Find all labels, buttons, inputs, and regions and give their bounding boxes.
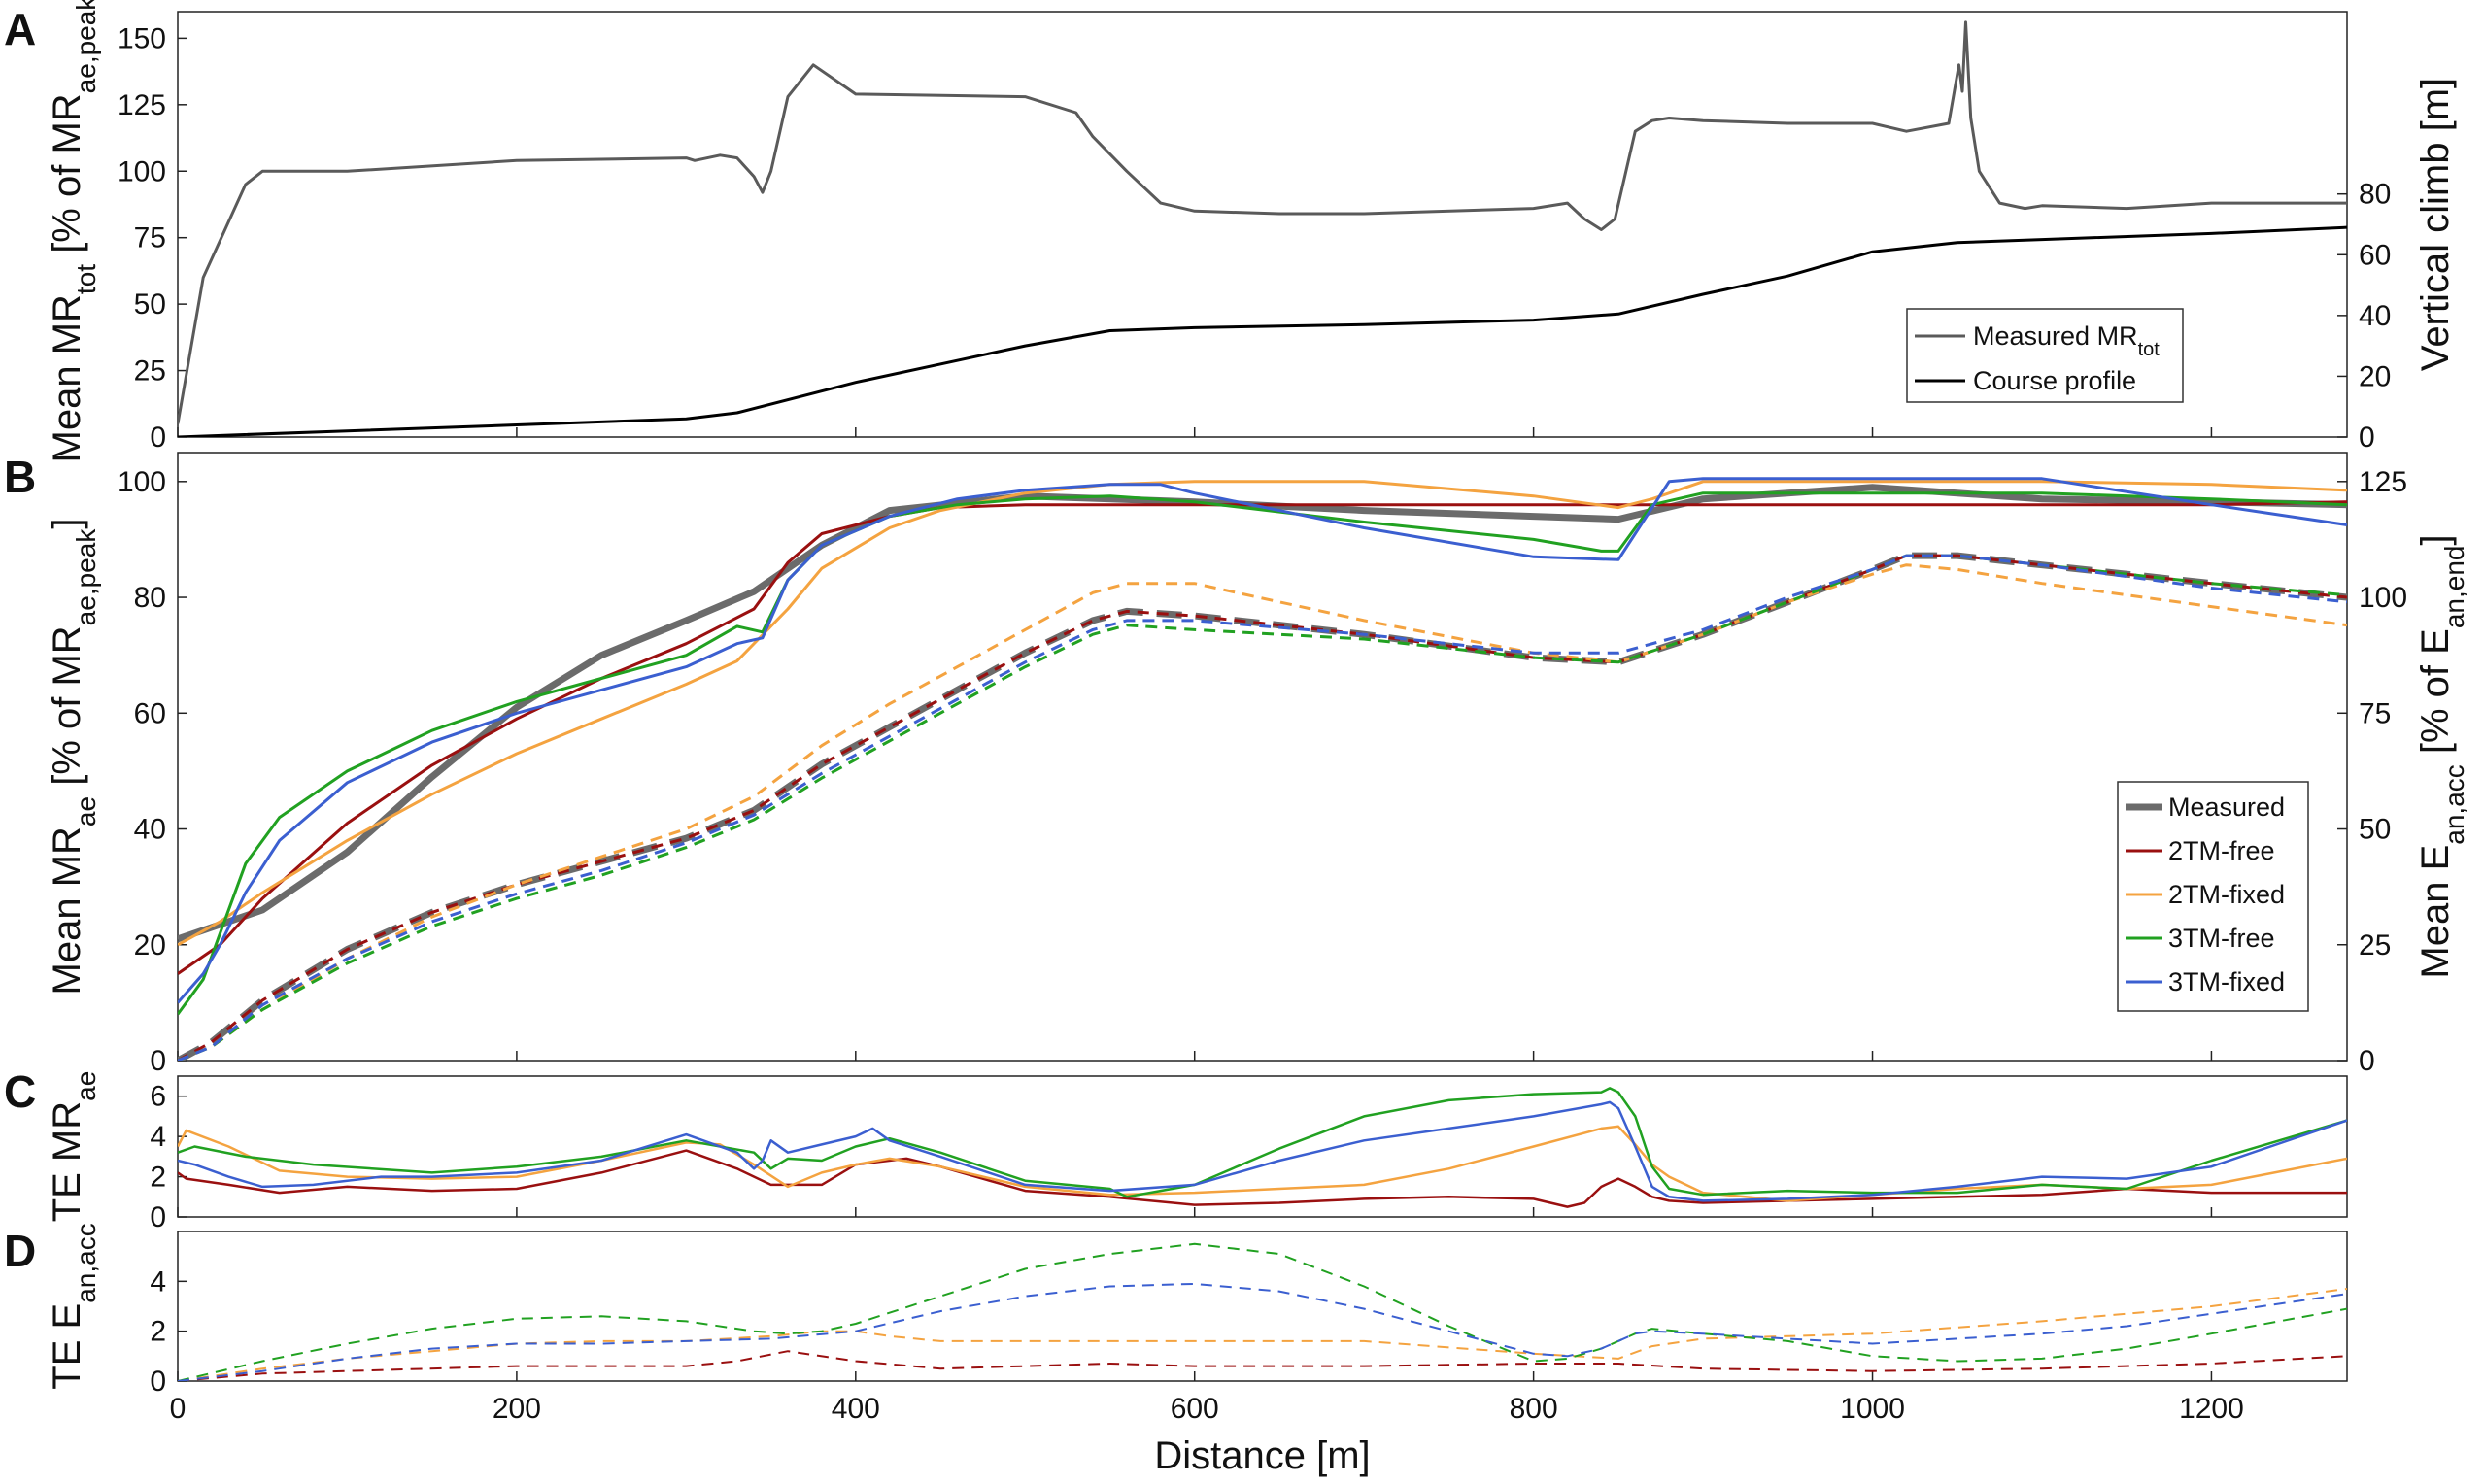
y-axis-label: TE Ean,acc (46, 1223, 101, 1389)
panel-letter: C (4, 1066, 36, 1117)
y-tick-label: 100 (118, 466, 166, 498)
series-line-2tm-free-dashed (178, 554, 2347, 1061)
series-line-3tm-free-dashed (178, 1242, 2347, 1381)
y2-axis-label: Mean Ean,acc [% of Ean,end] (2414, 534, 2469, 978)
legend-label: 3TM-fixed (2168, 967, 2285, 996)
panel-letter: A (4, 4, 36, 54)
legend: Measured MRtotCourse profile (1906, 308, 2184, 403)
y2-tick-label: 0 (2359, 1045, 2375, 1077)
y-tick-label: 20 (134, 929, 166, 961)
y-tick-label: 25 (134, 355, 166, 388)
panel-letter: D (4, 1226, 36, 1276)
legend: Measured 2TM-free 2TM-fixed 3TM-free 3TM-fix… (2117, 781, 2309, 1012)
series-line-measured (178, 484, 2347, 943)
y2-tick-label: 100 (2359, 582, 2407, 614)
y2-tick-label: 0 (2359, 422, 2375, 454)
y-tick-label: 0 (150, 422, 166, 454)
series-line-3tm-free (178, 1087, 2347, 1198)
y2-tick-label: 40 (2359, 300, 2391, 332)
series-line-2tm-free-dashed (178, 1350, 2347, 1381)
legend-label: 2TM-free (2168, 836, 2275, 865)
figure: A0255075100125150020406080Mean MRtot [% … (4, 0, 2469, 1477)
legend-label: 3TM-free (2168, 924, 2275, 953)
y-axis-label: TE MRae (46, 1071, 101, 1223)
legend-label: 2TM-fixed (2168, 880, 2285, 909)
y2-tick-label: 20 (2359, 360, 2391, 392)
y-tick-label: 125 (118, 89, 166, 121)
x-tick-label: 800 (1510, 1393, 1558, 1425)
y2-tick-label: 125 (2359, 466, 2407, 498)
y-tick-label: 0 (150, 1045, 166, 1077)
x-axis-label: Distance [m] (1154, 1434, 1370, 1477)
series-group (178, 1242, 2347, 1381)
y2-tick-label: 25 (2359, 929, 2391, 961)
y-tick-label: 4 (150, 1265, 166, 1298)
x-tick-label: 600 (1171, 1393, 1219, 1425)
panel-A: A 0 25 50 75 100 125 150 0 20 40 60 80 Mean MRtot [% … (4, 0, 2457, 462)
plot-frame (177, 452, 2348, 1062)
x-tick-label: 200 (493, 1393, 541, 1425)
x-tick-label: 1000 (1840, 1393, 1905, 1425)
y-tick-label: 100 (118, 155, 166, 187)
y-tick-label: 4 (150, 1121, 166, 1153)
y2-axis-label: Vertical climb [m] (2414, 78, 2457, 371)
series-line-2tm-fixed-dashed (178, 1288, 2347, 1381)
y2-tick-label: 60 (2359, 239, 2391, 271)
y-tick-label: 50 (134, 288, 166, 320)
series-line-2tm-free (178, 500, 2347, 975)
y-tick-label: 0 (150, 1201, 166, 1233)
series-line-3tm-free-dashed (178, 554, 2347, 1061)
panel-C: C 0 2 4 6 TE MRae (4, 1066, 2348, 1233)
x-tick-label: 1200 (2179, 1393, 2244, 1425)
series-line-measured-dashed (178, 552, 2347, 1061)
panel-letter: B (4, 452, 36, 502)
panel-D: D 0 2 4 0 200 400 600 800 1000 1200 Distance [m] TE … (4, 1223, 2348, 1477)
x-tick-label: 400 (832, 1393, 880, 1425)
y-axis-label: Mean MRtot [% of MRae,peak] (46, 0, 101, 462)
series-group (178, 477, 2347, 1061)
y-tick-label: 40 (134, 814, 166, 846)
y-tick-label: 2 (150, 1162, 166, 1194)
series-line-3tm-fixed (178, 477, 2347, 1004)
y-tick-label: 80 (134, 582, 166, 614)
y-axis-label: Mean MRae [% of MRae,peak] (46, 519, 101, 995)
y2-tick-label: 50 (2359, 814, 2391, 846)
legend-label: Course profile (1973, 366, 2136, 395)
y-tick-label: 6 (150, 1081, 166, 1113)
series-line-2tm-fixed (178, 480, 2347, 947)
series-line-2tm-fixed-dashed (178, 563, 2347, 1061)
y-tick-label: 150 (118, 22, 166, 54)
y2-tick-label: 75 (2359, 697, 2391, 729)
legend-label: Measured (2168, 793, 2285, 822)
y-tick-label: 2 (150, 1316, 166, 1348)
x-tick-label: 0 (170, 1393, 187, 1425)
y-tick-label: 0 (150, 1366, 166, 1398)
y-tick-label: 60 (134, 697, 166, 729)
panel-B: B 0 20 40 60 80 100 0 25 50 75 100 125 Mean MRae [% o… (4, 452, 2469, 1077)
y-tick-label: 75 (134, 222, 166, 254)
series-line-3tm-fixed-dashed (178, 1282, 2347, 1381)
series-line-3tm-free (178, 491, 2347, 1016)
series-group (178, 1087, 2347, 1208)
series-line-3tm-fixed-dashed (178, 554, 2347, 1061)
y2-tick-label: 80 (2359, 179, 2391, 211)
